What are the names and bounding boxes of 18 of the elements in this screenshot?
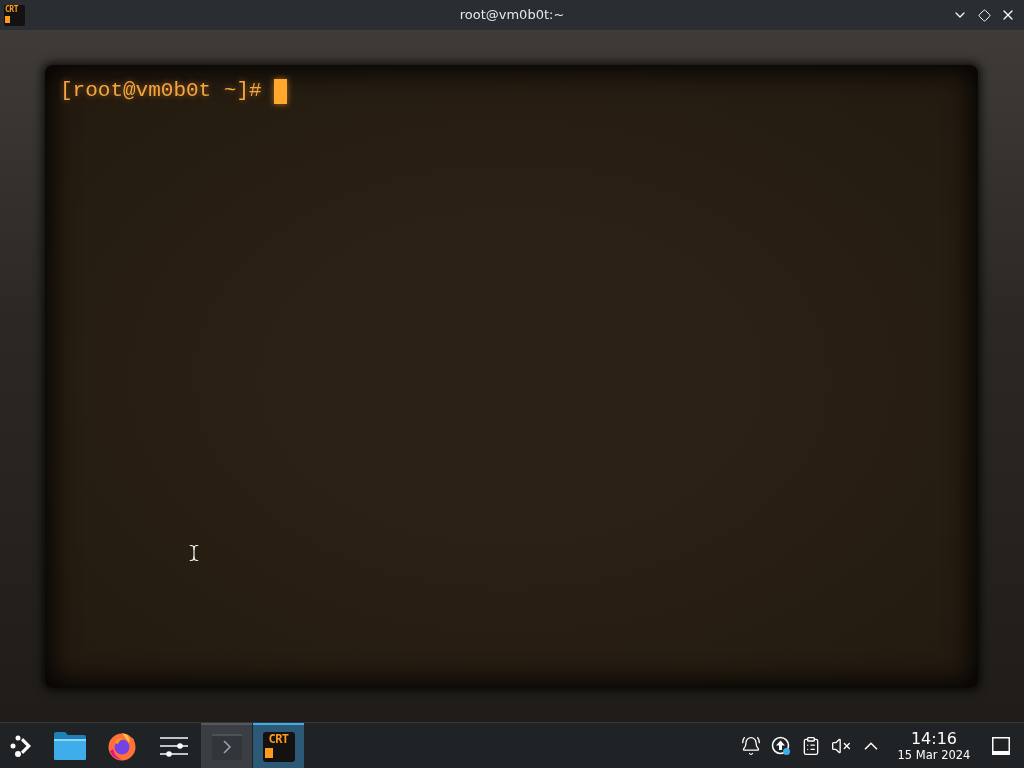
maximize-button[interactable] (975, 6, 993, 24)
crt-terminal-task[interactable]: CRT (253, 723, 304, 768)
terminal-prompt: [root@vm0b0t ~]# (60, 78, 262, 104)
clock-date: 15 Mar 2024 (897, 747, 971, 762)
terminal-icon (211, 733, 242, 760)
folder-icon (54, 731, 86, 760)
bell-ringing-icon (741, 735, 761, 756)
show-desktop-icon (992, 736, 1010, 755)
chevron-up-icon (864, 741, 878, 750)
diamond-icon (977, 8, 991, 22)
crt-logo-icon: CRT (262, 731, 295, 762)
sliders-icon (160, 734, 188, 757)
clock-time: 14:16 (910, 729, 958, 748)
clock[interactable]: 14:16 15 Mar 2024 (892, 729, 976, 762)
window-title: root@vm0b0t:~ (459, 6, 565, 25)
clipboard-icon (801, 735, 821, 756)
flame-globe-icon (107, 730, 137, 761)
crt-logo-icon: CRT (4, 4, 25, 26)
